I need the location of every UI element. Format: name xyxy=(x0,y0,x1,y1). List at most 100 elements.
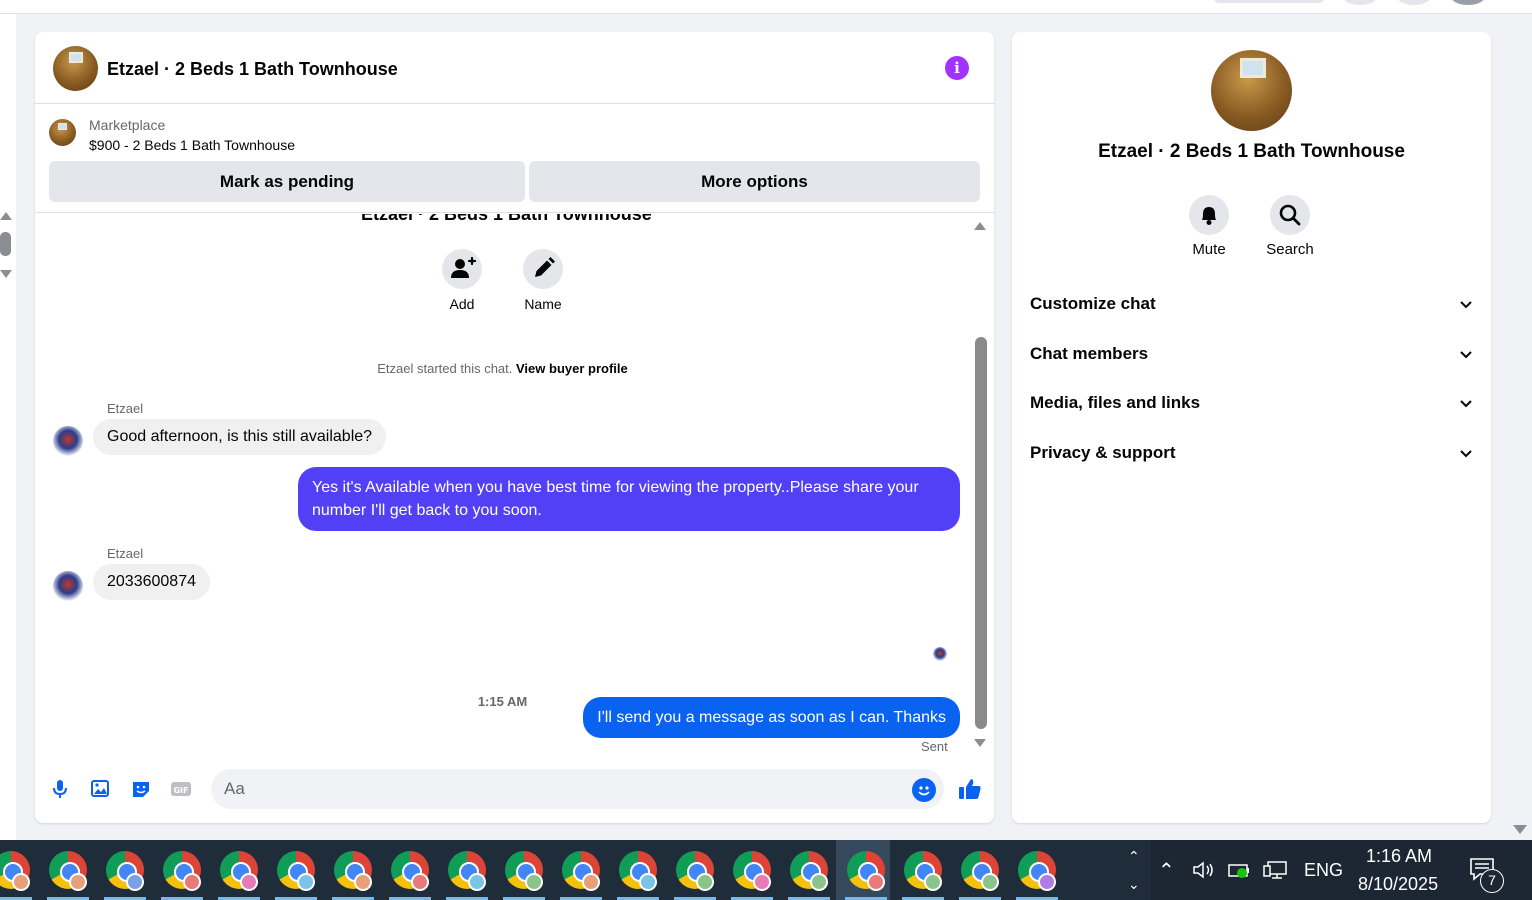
clock-date[interactable]: 8/10/2025 xyxy=(1358,874,1438,895)
top-menu-button[interactable] xyxy=(1343,0,1377,5)
mute-label: Mute xyxy=(1192,241,1226,258)
profile-badge-icon xyxy=(867,873,885,891)
incoming-message[interactable]: Good afternoon, is this still available? xyxy=(93,419,387,455)
profile-badge-icon xyxy=(411,873,429,891)
sent-status: Sent xyxy=(921,739,948,754)
emoji-icon[interactable] xyxy=(912,778,936,802)
view-buyer-profile-link[interactable]: View buyer profile xyxy=(516,361,628,376)
sender-avatar[interactable] xyxy=(53,426,83,456)
chat-header: Etzael · 2 Beds 1 Bath Townhouse i xyxy=(35,32,994,104)
page-scroll-down-icon[interactable] xyxy=(1513,825,1527,834)
section-label: Media, files and links xyxy=(1030,393,1201,412)
left-scroll-thumb[interactable] xyxy=(0,232,11,256)
scroll-up-arrow-icon[interactable] xyxy=(0,212,12,220)
mute-button[interactable] xyxy=(1189,195,1229,235)
scroll-down-arrow-icon[interactable] xyxy=(0,270,12,278)
listing-label: Marketplace xyxy=(89,117,166,133)
microphone-icon[interactable] xyxy=(49,778,71,800)
pencil-icon xyxy=(535,257,555,277)
chevron-down-icon xyxy=(1460,400,1472,408)
info-icon[interactable]: i xyxy=(945,56,969,80)
side-title: Etzael · 2 Beds 1 Bath Townhouse xyxy=(1098,141,1405,162)
thumbs-up-icon[interactable] xyxy=(957,776,983,802)
chat-info-panel: Etzael · 2 Beds 1 Bath Townhouse Mute Se… xyxy=(1012,32,1491,823)
sender-avatar[interactable] xyxy=(53,571,83,601)
search-label: Search xyxy=(1266,241,1314,258)
profile-badge-icon xyxy=(582,873,600,891)
top-profile-avatar[interactable] xyxy=(1451,0,1485,5)
left-scroll-strip xyxy=(0,14,16,840)
system-tray: ⌃ ENG 1:16 AM 8/10/2025 7 xyxy=(1150,840,1532,900)
battery-icon[interactable] xyxy=(1228,862,1252,880)
add-person-icon xyxy=(451,256,477,278)
name-button[interactable] xyxy=(523,249,563,289)
add-person-button[interactable] xyxy=(442,249,482,289)
add-action-label: Add xyxy=(449,296,475,312)
message-input[interactable] xyxy=(211,769,944,809)
media-files-links-section[interactable]: Media, files and links xyxy=(1030,393,1474,417)
chat-title[interactable]: Etzael · 2 Beds 1 Bath Townhouse xyxy=(107,59,398,80)
search-icon xyxy=(1279,204,1301,226)
chevron-down-icon xyxy=(1460,351,1472,359)
taskbar-scroll-down-icon[interactable]: ⌄ xyxy=(1128,876,1140,893)
message-composer: GIF xyxy=(35,762,994,822)
show-hidden-icons-icon[interactable]: ⌃ xyxy=(1158,858,1175,883)
section-label: Chat members xyxy=(1030,344,1149,363)
outgoing-message[interactable]: Yes it's Available when you have best ti… xyxy=(298,467,960,531)
notification-count-badge: 7 xyxy=(1480,869,1504,893)
chat-avatar[interactable] xyxy=(53,46,98,91)
listing-thumbnail[interactable] xyxy=(49,119,76,146)
profile-badge-icon xyxy=(183,873,201,891)
profile-badge-icon xyxy=(12,873,30,891)
sender-name: Etzael xyxy=(107,401,144,416)
thread-scroll-down-icon[interactable] xyxy=(974,739,986,747)
chevron-down-icon xyxy=(1460,450,1472,458)
sticker-icon[interactable] xyxy=(130,778,152,800)
network-icon[interactable] xyxy=(1263,860,1289,880)
top-notifications-button[interactable] xyxy=(1397,0,1431,5)
profile-badge-icon xyxy=(69,873,87,891)
chat-members-section[interactable]: Chat members xyxy=(1030,344,1474,368)
marketplace-listing-bar: Marketplace $900 - 2 Beds 1 Bath Townhou… xyxy=(35,105,994,213)
listing-price[interactable]: $900 - 2 Beds 1 Bath Townhouse xyxy=(89,137,295,153)
search-button[interactable] xyxy=(1270,195,1310,235)
side-avatar[interactable] xyxy=(1211,50,1292,131)
message-thread: Etzael · 2 Beds 1 Bath Townhouse Add Nam… xyxy=(35,214,994,754)
profile-badge-icon xyxy=(696,873,714,891)
mark-as-pending-button[interactable]: Mark as pending xyxy=(49,161,525,202)
chevron-down-icon xyxy=(1460,301,1472,309)
section-label: Customize chat xyxy=(1030,294,1156,313)
customize-chat-section[interactable]: Customize chat xyxy=(1030,294,1474,318)
chat-started-notice: Etzael started this chat. View buyer pro… xyxy=(35,361,970,376)
sender-name: Etzael xyxy=(107,546,144,561)
taskbar-scroll-up-icon[interactable]: ⌃ xyxy=(1128,848,1140,865)
thread-scroll-up-icon[interactable] xyxy=(974,222,986,230)
profile-badge-icon xyxy=(810,873,828,891)
section-label: Privacy & support xyxy=(1030,443,1176,462)
profile-badge-icon xyxy=(468,873,486,891)
browser-top-strip xyxy=(0,0,1532,14)
thread-scroll-thumb[interactable] xyxy=(975,337,987,729)
outgoing-message[interactable]: I'll send you a message as soon as I can… xyxy=(583,697,960,738)
name-action-label: Name xyxy=(524,296,562,312)
profile-badge-icon xyxy=(1038,873,1056,891)
profile-badge-icon xyxy=(297,873,315,891)
profile-badge-icon xyxy=(981,873,999,891)
profile-badge-icon xyxy=(753,873,771,891)
read-receipt-avatar xyxy=(933,647,947,661)
profile-badge-icon xyxy=(240,873,258,891)
incoming-message[interactable]: 2033600874 xyxy=(93,564,210,600)
more-options-button[interactable]: More options xyxy=(529,161,980,202)
top-search-pill[interactable] xyxy=(1213,0,1325,3)
gif-icon[interactable]: GIF xyxy=(170,778,192,800)
clock-time[interactable]: 1:16 AM xyxy=(1366,846,1432,867)
chat-panel: Etzael · 2 Beds 1 Bath Townhouse i Marke… xyxy=(35,32,994,823)
privacy-support-section[interactable]: Privacy & support xyxy=(1030,443,1474,467)
chat-started-text: Etzael started this chat. xyxy=(377,361,513,376)
volume-icon[interactable] xyxy=(1192,860,1216,880)
profile-badge-icon xyxy=(126,873,144,891)
language-indicator[interactable]: ENG xyxy=(1304,860,1343,881)
svg-text:GIF: GIF xyxy=(173,786,188,795)
profile-badge-icon xyxy=(525,873,543,891)
image-icon[interactable] xyxy=(89,778,111,800)
